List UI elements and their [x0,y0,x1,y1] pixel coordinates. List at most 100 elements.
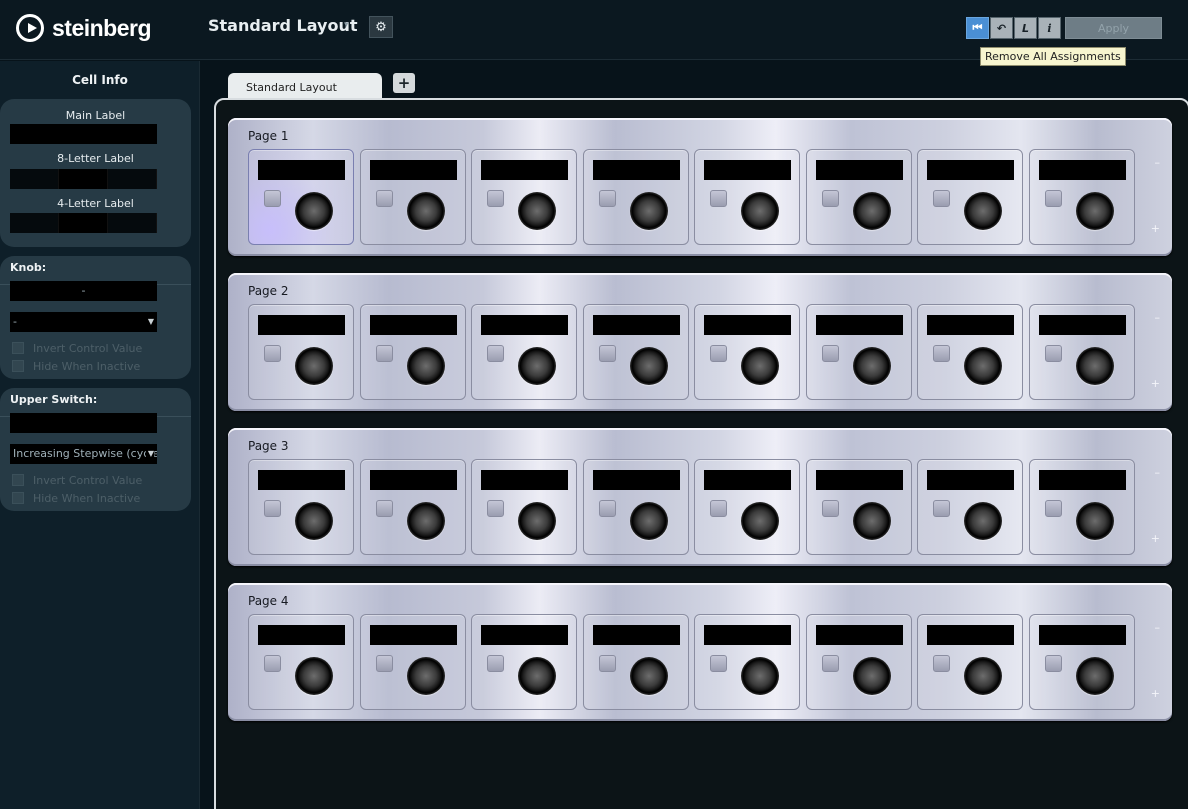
cell-switch-button[interactable] [375,655,393,672]
control-cell[interactable] [917,149,1023,245]
cell-label-display[interactable] [369,625,457,645]
cell-switch-button[interactable] [598,500,616,517]
page-expand-button[interactable]: + [1151,687,1160,700]
info-button[interactable]: i [1038,17,1061,39]
cell-label-display[interactable] [927,625,1014,645]
cell-label-display[interactable] [481,470,568,490]
control-cell[interactable] [1028,304,1135,400]
control-cell[interactable] [471,459,577,555]
knob-icon[interactable] [964,502,1002,540]
cell-label-display[interactable] [258,315,345,335]
cell-label-display[interactable] [815,315,903,335]
cell-label-display[interactable] [592,470,680,490]
eight-letter-label-field[interactable] [10,169,157,189]
upper-switch-mode-select[interactable]: Increasing Stepwise (cycle ▼ [10,444,157,464]
knob-icon[interactable] [295,347,333,385]
knob-icon[interactable] [518,347,556,385]
control-cell[interactable] [694,459,800,555]
four-letter-label-field[interactable] [10,213,157,233]
cell-label-display[interactable] [1038,625,1126,645]
apply-button[interactable]: Apply [1065,17,1162,39]
cell-switch-button[interactable] [598,345,616,362]
cell-switch-button[interactable] [264,345,281,362]
cell-switch-button[interactable] [264,190,281,207]
layout-settings-button[interactable]: ⚙ [369,16,393,38]
control-cell[interactable] [1028,149,1135,245]
knob-icon[interactable] [1075,192,1114,230]
knob-icon[interactable] [406,657,445,695]
control-cell[interactable] [805,304,912,400]
control-cell[interactable] [248,459,354,555]
cell-switch-button[interactable] [487,500,504,517]
cell-switch-button[interactable] [821,655,839,672]
cell-label-display[interactable] [481,160,568,180]
cell-label-display[interactable] [369,160,457,180]
cell-switch-button[interactable] [487,345,504,362]
page-collapse-button[interactable]: – [1155,621,1161,634]
cell-label-display[interactable] [258,160,345,180]
cell-switch-button[interactable] [264,500,281,517]
learn-button[interactable]: L [1014,17,1037,39]
cell-switch-button[interactable] [1044,345,1062,362]
page-collapse-button[interactable]: – [1155,156,1161,169]
page-expand-button[interactable]: + [1151,532,1160,545]
cell-switch-button[interactable] [710,345,727,362]
knob-icon[interactable] [852,657,891,695]
cell-switch-button[interactable] [933,655,950,672]
knob-icon[interactable] [518,502,556,540]
control-cell[interactable] [471,304,577,400]
cell-switch-button[interactable] [598,190,616,207]
cell-label-display[interactable] [481,315,568,335]
knob-icon[interactable] [518,657,556,695]
cell-switch-button[interactable] [1044,655,1062,672]
add-tab-button[interactable]: + [393,73,415,93]
control-cell[interactable] [917,459,1023,555]
page-collapse-button[interactable]: – [1155,466,1161,479]
knob-icon[interactable] [852,192,891,230]
knob-hide-checkbox[interactable]: Hide When Inactive [12,358,140,374]
cell-label-display[interactable] [704,160,791,180]
control-cell[interactable] [471,614,577,710]
cell-label-display[interactable] [592,160,680,180]
control-cell[interactable] [805,149,912,245]
cell-label-display[interactable] [258,470,345,490]
control-cell[interactable] [582,614,689,710]
tab-standard-layout[interactable]: Standard Layout [228,73,382,100]
cell-label-display[interactable] [704,315,791,335]
cell-switch-button[interactable] [933,190,950,207]
cell-label-display[interactable] [704,470,791,490]
knob-icon[interactable] [629,502,668,540]
knob-icon[interactable] [741,657,779,695]
remove-all-assignments-button[interactable]: ⏮ [966,17,989,39]
cell-label-display[interactable] [1038,470,1126,490]
knob-mode-select[interactable]: - ▼ [10,312,157,332]
cell-switch-button[interactable] [821,500,839,517]
knob-icon[interactable] [1075,502,1114,540]
knob-icon[interactable] [852,502,891,540]
knob-icon[interactable] [518,192,556,230]
cell-label-display[interactable] [704,625,791,645]
knob-icon[interactable] [1075,657,1114,695]
knob-icon[interactable] [629,347,668,385]
control-cell[interactable] [248,614,354,710]
upper-switch-value-field[interactable] [10,413,157,433]
cell-switch-button[interactable] [598,655,616,672]
cell-switch-button[interactable] [821,345,839,362]
cell-label-display[interactable] [927,160,1014,180]
control-cell[interactable] [917,614,1023,710]
knob-icon[interactable] [1075,347,1114,385]
control-cell[interactable] [359,304,466,400]
control-cell[interactable] [694,149,800,245]
knob-icon[interactable] [741,502,779,540]
cell-label-display[interactable] [1038,315,1126,335]
knob-icon[interactable] [295,502,333,540]
knob-icon[interactable] [295,192,333,230]
cell-label-display[interactable] [481,625,568,645]
control-cell[interactable] [805,614,912,710]
cell-switch-button[interactable] [487,655,504,672]
knob-icon[interactable] [852,347,891,385]
control-cell[interactable] [471,149,577,245]
cell-label-display[interactable] [369,470,457,490]
knob-icon[interactable] [964,657,1002,695]
knob-icon[interactable] [406,347,445,385]
